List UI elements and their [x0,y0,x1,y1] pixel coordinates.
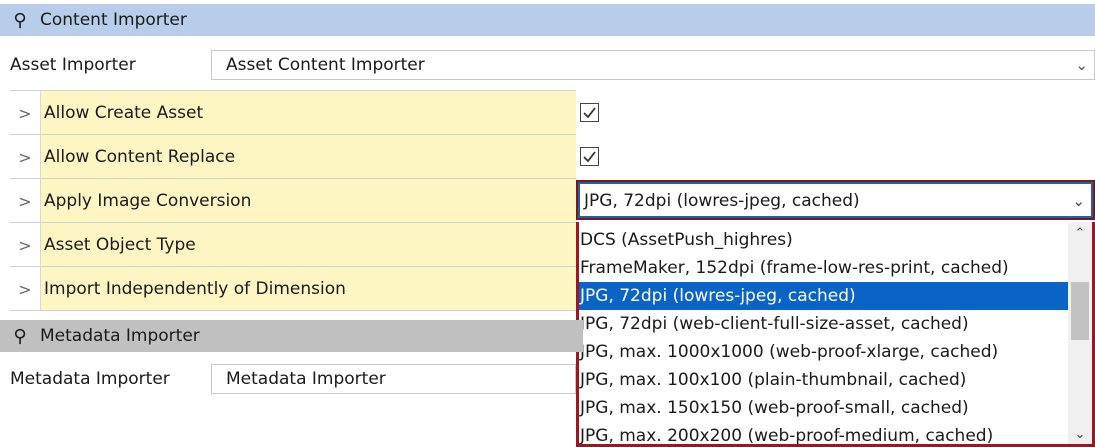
metadata-importer-value: Metadata Importer [226,369,386,389]
property-label: Import Independently of Dimension [41,267,576,311]
image-conversion-combo[interactable]: JPG, 72dpi (lowres-jpeg, cached) ⌄ [576,180,1095,220]
allow-create-asset-checkbox[interactable] [580,103,599,122]
scroll-down-icon[interactable]: ⌄ [1072,427,1088,442]
scroll-up-icon[interactable]: ⌃ [1072,226,1088,241]
metadata-importer-select[interactable]: Metadata Importer [211,364,576,394]
section-title: Content Importer [40,10,187,30]
dropdown-option-selected[interactable]: JPG, 72dpi (lowres-jpeg, cached) [579,282,1074,310]
metadata-importer-label: Metadata Importer [10,369,170,389]
asset-importer-label: Asset Importer [10,55,136,75]
combo-value: JPG, 72dpi (lowres-jpeg, cached) [584,191,860,211]
image-conversion-dropdown[interactable]: DCS (AssetPush_highres) FrameMaker, 152d… [576,222,1095,447]
pin-icon: ⚲ [13,9,27,31]
dropdown-option[interactable]: JPG, max. 100x100 (plain-thumbnail, cach… [579,366,1074,394]
property-row[interactable]: > Allow Create Asset [10,90,576,135]
pin-icon: ⚲ [13,325,27,347]
checkmark-icon [583,151,596,163]
asset-importer-select[interactable]: Asset Content Importer ⌄ [211,50,1095,80]
dropdown-option[interactable]: JPG, max. 150x150 (web-proof-small, cach… [579,394,1074,422]
checkmark-icon [583,107,596,119]
property-label: Asset Object Type [41,223,576,267]
property-row[interactable]: > Allow Content Replace [10,134,576,179]
property-label: Apply Image Conversion [41,179,576,223]
expand-arrow-icon[interactable]: > [10,267,41,311]
dropdown-option[interactable]: DCS (AssetPush_highres) [579,226,1074,254]
dropdown-option[interactable]: FrameMaker, 152dpi (frame-low-res-print,… [579,254,1074,282]
property-label: Allow Create Asset [41,91,576,135]
chevron-down-icon[interactable]: ⌄ [1072,184,1085,218]
property-label: Allow Content Replace [41,135,576,179]
dropdown-scrollbar[interactable]: ⌃ ⌄ [1068,222,1092,444]
section-title: Metadata Importer [40,326,200,346]
scrollbar-thumb[interactable] [1071,282,1089,340]
chevron-down-icon[interactable]: ⌄ [1075,51,1088,79]
expand-arrow-icon[interactable]: > [10,135,41,179]
dropdown-option[interactable]: JPG, max. 1000x1000 (web-proof-xlarge, c… [579,338,1074,366]
dropdown-option[interactable]: JPG, 72dpi (web-client-full-size-asset, … [579,310,1074,338]
dropdown-option[interactable]: JPG, max. 200x200 (web-proof-medium, cac… [579,422,1074,444]
property-row[interactable]: > Asset Object Type [10,222,576,267]
expand-arrow-icon[interactable]: > [10,91,41,135]
asset-importer-value: Asset Content Importer [226,55,425,75]
expand-arrow-icon[interactable]: > [10,223,41,267]
property-row[interactable]: > Import Independently of Dimension [10,266,576,311]
property-row[interactable]: > Apply Image Conversion [10,178,576,223]
metadata-importer-header[interactable]: ⚲ Metadata Importer [0,320,583,352]
allow-content-replace-checkbox[interactable] [580,147,599,166]
content-importer-header[interactable]: ⚲ Content Importer [0,4,1095,36]
expand-arrow-icon[interactable]: > [10,179,41,223]
